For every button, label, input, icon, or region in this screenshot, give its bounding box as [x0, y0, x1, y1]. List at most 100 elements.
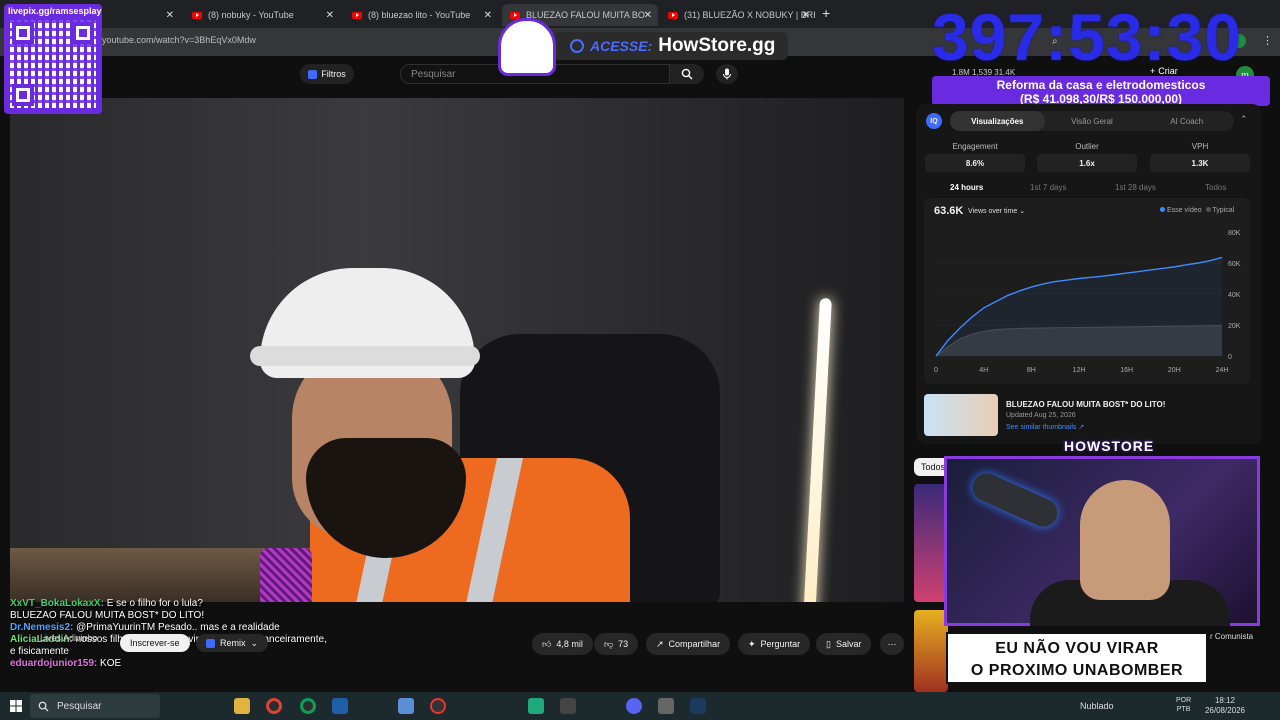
clock-date: 26/08/2026 [1204, 706, 1246, 715]
legend-dot [1205, 207, 1211, 212]
app-icon[interactable] [528, 698, 544, 714]
qr-eye [12, 84, 34, 106]
tab-bluezao-nobuky[interactable]: (31) BLUEZÃO X NOBUKY | BRI ✕ [660, 4, 816, 26]
close-tab-icon[interactable]: ✕ [484, 10, 492, 21]
chat-message: BLUEZAO FALOU MUITA BOST* DO LITO! [10, 610, 330, 622]
vidiq-updated: Updated Aug 25, 2026 [1006, 412, 1076, 419]
range-all[interactable]: Todos [1205, 183, 1226, 192]
new-tab-icon[interactable]: + [822, 5, 830, 21]
recommended-title[interactable]: r Comunista [1210, 632, 1253, 641]
qr-eye [72, 22, 94, 44]
language-indicator[interactable]: POR PTB [1176, 696, 1191, 714]
x-tick-label: 16H [1120, 367, 1133, 374]
app-icon[interactable] [658, 698, 674, 714]
qr-eye [12, 22, 34, 44]
metric-label: Engagement [952, 142, 998, 151]
x-tick-label: 20H [1168, 367, 1181, 374]
recommended-thumbnail[interactable] [914, 484, 948, 602]
thumbs-up-icon: 👍︎ [542, 638, 552, 649]
app-icon[interactable] [398, 698, 414, 714]
file-explorer-icon[interactable] [234, 698, 250, 714]
dislike-button[interactable]: 👎︎ 73 [594, 633, 639, 655]
bookmark-icon: ▯ [826, 638, 831, 649]
close-tab-icon[interactable]: ✕ [326, 10, 334, 21]
howstore-badge: HOWSTORE [1064, 438, 1155, 454]
chat-text: E se o filho for o lula? [103, 598, 203, 609]
more-icon: ⋯ [887, 638, 897, 649]
x-tick-label: 0 [934, 367, 938, 374]
chat-message: XxVT_BokaLokaxX: E se o filho for o lula… [10, 598, 330, 610]
close-tab-icon[interactable]: ✕ [644, 10, 652, 21]
chat-text: BLUEZAO FALOU MUITA BOST* DO LITO! [10, 610, 205, 621]
share-label: Compartilhar [668, 639, 721, 649]
caption-line: O PROXIMO UNABOMBER [970, 662, 1184, 679]
range-24h[interactable]: 24 hours [950, 183, 983, 192]
webcam-person-head [1080, 480, 1170, 600]
range-28d[interactable]: 1st 28 days [1115, 183, 1156, 192]
filters-button[interactable]: Filtros [300, 64, 354, 84]
collapse-icon[interactable]: ⌃ [1240, 114, 1248, 125]
weather-status[interactable]: Nublado [1080, 701, 1114, 711]
range-7d[interactable]: 1st 7 days [1030, 183, 1066, 192]
close-tab-icon[interactable]: ✕ [802, 10, 810, 21]
tab-0[interactable]: ✕ [120, 4, 180, 26]
close-tab-icon[interactable]: ✕ [166, 10, 174, 21]
y-tick-label: 20K [1228, 323, 1241, 330]
y-tick-label: 60K [1228, 261, 1241, 268]
app-icon[interactable] [332, 698, 348, 714]
howstore-url: HowStore.gg [658, 35, 776, 56]
tab-visualizacoes[interactable]: Visualizações [950, 111, 1045, 131]
see-similar-link[interactable]: See similar thumbnails ↗ [1006, 423, 1084, 431]
tab-bluezao-lito[interactable]: (8) bluezao lito - YouTube ✕ [344, 4, 498, 26]
taskbar-search[interactable]: Pesquisar [30, 694, 160, 718]
youtube-icon [352, 11, 362, 19]
more-actions-button[interactable]: ⋯ [880, 633, 904, 655]
howstore-banner: ACESSE: HowStore.gg [552, 32, 788, 60]
search-button[interactable] [670, 64, 704, 84]
microphone-icon [723, 68, 731, 80]
vidiq-icon [308, 69, 318, 79]
discord-icon[interactable] [626, 698, 642, 714]
remix-icon [206, 638, 215, 648]
voice-search-button[interactable] [716, 64, 738, 84]
menu-icon[interactable]: ⋮ [1262, 34, 1273, 47]
chrome-icon[interactable] [300, 698, 316, 714]
chat-username: Dr.Nemesis2: [10, 622, 74, 633]
legend-dot [1160, 207, 1165, 212]
channel-name[interactable]: Lives Adivinho [40, 633, 98, 643]
video-hardhat-brim [250, 346, 480, 366]
windows-start-icon[interactable] [10, 700, 22, 712]
y-tick-label: 80K [1228, 230, 1241, 237]
video-player[interactable] [10, 98, 904, 602]
lang-line: PTB [1176, 706, 1191, 713]
ask-button[interactable]: ✦ Perguntar [738, 633, 811, 655]
steam-icon[interactable] [690, 698, 706, 714]
chrome-icon[interactable] [266, 698, 282, 714]
subscribe-button[interactable]: Inscrever-se [120, 634, 190, 652]
obs-icon[interactable] [430, 698, 446, 714]
video-thumbnail[interactable] [924, 394, 998, 436]
vidiq-video-title: BLUEZAO FALOU MUITA BOST* DO LITO! [1006, 400, 1166, 409]
goal-title: Reforma da casa e eletrodomesticos [996, 78, 1206, 92]
tab-visao-geral[interactable]: Visão Geral [1045, 111, 1140, 131]
like-button[interactable]: 👍︎ 4,8 mil [532, 633, 593, 655]
views-selector[interactable]: Views over time ⌄ [968, 207, 1025, 215]
chat-username: eduardojunior159: [10, 658, 98, 669]
chat-username: XxVT_BokaLokaxX: [10, 598, 104, 609]
remix-button[interactable]: Remix ⌄ [196, 634, 269, 652]
save-button[interactable]: ▯ Salvar [816, 633, 872, 655]
vidiq-logo: IQ [926, 113, 942, 129]
metric-engagement: 8.6% [925, 154, 1025, 172]
url-text[interactable]: youtube.com/watch?v=3BhEqVx0Mdw [102, 35, 256, 45]
tab-nobuky[interactable]: (8) nobuky - YouTube ✕ [184, 4, 340, 26]
share-icon: ↗ [656, 638, 664, 649]
metric-vph: 1.3K [1150, 154, 1250, 172]
tab-ai-coach[interactable]: AI Coach [1139, 111, 1234, 131]
app-icon[interactable] [560, 698, 576, 714]
ask-label: Perguntar [760, 639, 801, 649]
recommended-thumbnail[interactable] [914, 610, 948, 692]
share-button[interactable]: ↗ Compartilhar [646, 633, 731, 655]
taskbar-clock[interactable]: 18:12 26/08/2026 [1200, 696, 1250, 716]
x-tick-label: 12H [1073, 367, 1086, 374]
vidiq-tabs: Visualizações Visão Geral AI Coach [950, 111, 1234, 131]
